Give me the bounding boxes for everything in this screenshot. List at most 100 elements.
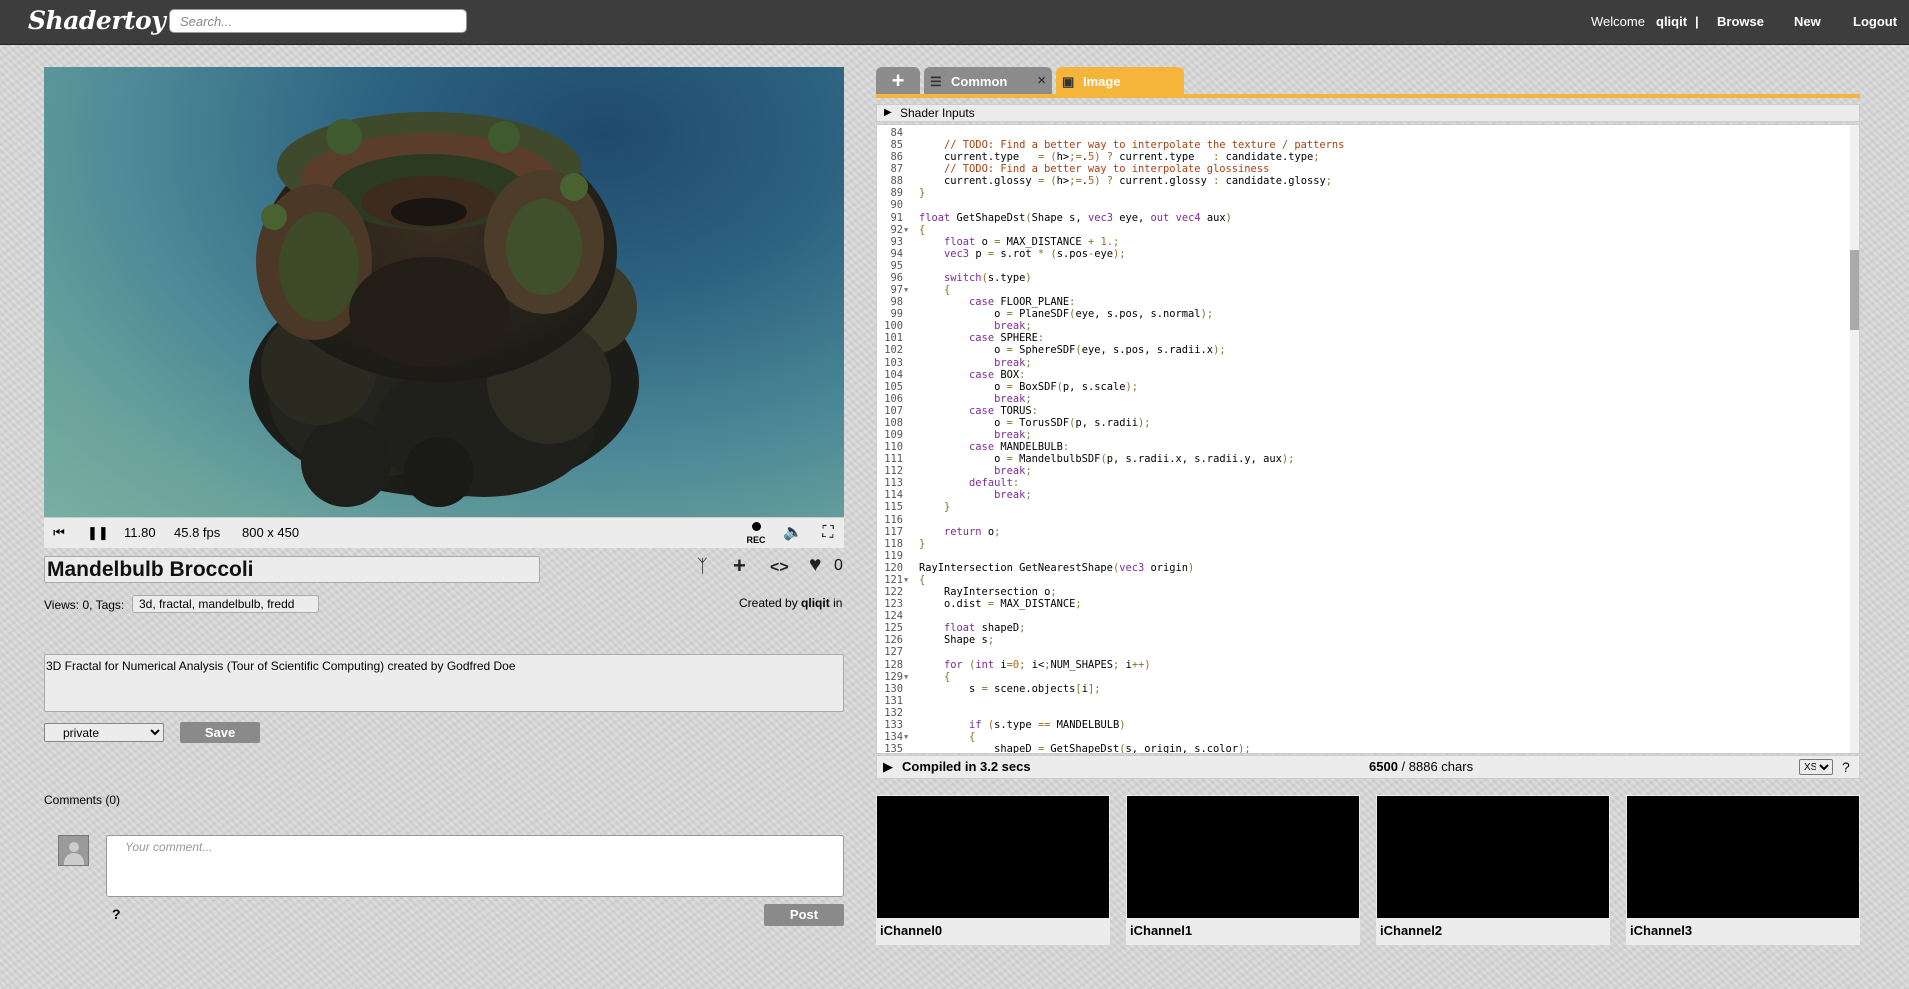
ichannel3-slot[interactable]: iChannel3: [1626, 795, 1860, 945]
line-number: 90: [890, 199, 903, 212]
code-text: }: [944, 501, 951, 514]
ichannel0-slot[interactable]: iChannel0: [876, 795, 1110, 945]
code-text: current.glossy = (h>;=.5) ? current.glos…: [919, 175, 1333, 188]
code-text: o = PlaneSDF(eye, s.pos, s.normal);: [919, 308, 1214, 321]
tab-image-label: Image: [1083, 74, 1121, 89]
created-by-suffix: in: [833, 596, 843, 610]
close-icon[interactable]: ×: [1037, 72, 1046, 89]
author-link[interactable]: qliqit: [801, 596, 830, 610]
line-number: 89: [890, 187, 903, 200]
tab-image[interactable]: ▣ Image: [1056, 67, 1184, 95]
fold-icon[interactable]: ▼: [904, 574, 908, 586]
ichannel3-thumbnail[interactable]: [1627, 796, 1859, 918]
fold-icon[interactable]: ▼: [904, 671, 908, 683]
search-input[interactable]: [169, 9, 467, 33]
chars-used: 6500: [1369, 759, 1398, 774]
line-number: 113: [884, 477, 903, 490]
code-text: {: [919, 223, 926, 236]
username-link[interactable]: qliqit: [1656, 14, 1687, 29]
code-text: o = TorusSDF(p, s.radii);: [919, 416, 1151, 429]
code-editor[interactable]: 84 85 // TODO: Find a better way to inter…: [876, 124, 1860, 754]
shader-canvas[interactable]: [44, 67, 844, 517]
ichannel1-slot[interactable]: iChannel1: [1126, 795, 1360, 945]
char-count: 6500 / 8886 chars: [1369, 756, 1473, 778]
ichannel2-thumbnail[interactable]: [1377, 796, 1609, 918]
add-icon[interactable]: +: [733, 553, 746, 579]
triangle-right-icon: ▶: [884, 107, 892, 118]
line-number: 111: [884, 453, 903, 466]
line-number: 109: [884, 429, 903, 441]
ichannel2-slot[interactable]: iChannel2: [1376, 795, 1610, 945]
pause-icon[interactable]: ❚❚: [87, 518, 109, 548]
resolution-readout: 800 x 450: [242, 525, 300, 540]
welcome-text: Welcome: [1591, 14, 1645, 29]
line-number: 86: [890, 151, 903, 164]
heart-icon[interactable]: ♥: [809, 553, 821, 577]
line-number: 104: [884, 368, 903, 381]
comment-help-icon[interactable]: ?: [112, 906, 121, 922]
tags-input[interactable]: 3d, fractal, mandelbulb, fredd: [132, 595, 319, 613]
line-number: 118: [884, 537, 903, 550]
editor-statusbar: ▶ Compiled in 3.2 secs 6500 / 8886 chars…: [876, 755, 1860, 779]
line-number: 116: [884, 513, 903, 526]
fold-icon[interactable]: ▼: [904, 224, 908, 236]
font-size-select[interactable]: XS: [1799, 759, 1833, 775]
description-field[interactable]: 3D Fractal for Numerical Analysis (Tour …: [44, 654, 844, 712]
code-text: break;: [994, 465, 1032, 478]
line-number: 126: [884, 634, 903, 647]
fork-icon[interactable]: ᛉ: [697, 556, 708, 577]
fullscreen-icon[interactable]: ⛶: [818, 518, 838, 548]
embed-code-icon[interactable]: <>: [770, 559, 789, 577]
code-text: {: [919, 573, 926, 586]
privacy-select[interactable]: private: [44, 723, 164, 742]
record-button[interactable]: REC: [744, 522, 768, 552]
code-text: float shapeD;: [944, 622, 1026, 635]
shader-inputs-toggle[interactable]: ▶ Shader Inputs: [876, 104, 1860, 122]
code-text: break;: [994, 356, 1032, 369]
comment-input[interactable]: [106, 835, 844, 897]
code-text: o.dist = MAX_DISTANCE;: [919, 598, 1082, 611]
editor-scrollbar[interactable]: [1850, 125, 1859, 753]
tab-common-label: Common: [951, 74, 1008, 89]
add-tab-button[interactable]: +: [876, 67, 920, 95]
ichannel0-thumbnail[interactable]: [877, 796, 1109, 918]
code-text: RayIntersection GetNearestShape(vec3 ori…: [919, 561, 1195, 574]
line-number: 102: [884, 344, 903, 357]
code-text: // TODO: Find a better way to interpolat…: [944, 163, 1270, 176]
scrollbar-thumb[interactable]: [1850, 250, 1859, 330]
ichannel3-label: iChannel3: [1630, 923, 1693, 938]
code-text: RayIntersection o;: [919, 586, 1057, 599]
volume-icon[interactable]: 🔈: [782, 518, 804, 548]
ichannel1-label: iChannel1: [1130, 923, 1193, 938]
comments-label: Comments (0): [44, 793, 121, 807]
save-button[interactable]: Save: [180, 722, 260, 743]
shader-title-input[interactable]: [44, 556, 540, 583]
code-text: {: [969, 731, 976, 743]
record-label: REC: [746, 535, 766, 545]
shadertoy-logo[interactable]: Shadertoy: [28, 6, 166, 35]
line-number: 121: [884, 573, 903, 586]
ichannel2-label: iChannel2: [1380, 923, 1443, 938]
fps-readout: 45.8 fps: [174, 525, 221, 540]
code-text: {: [944, 670, 951, 683]
fold-icon[interactable]: ▼: [904, 284, 908, 296]
avatar-head-icon: [69, 842, 79, 852]
rewind-icon[interactable]: ⏮: [50, 518, 68, 548]
created-by-prefix: Created by: [739, 596, 798, 610]
time-readout: 11.80: [124, 525, 156, 540]
ichannel1-thumbnail[interactable]: [1127, 796, 1359, 918]
line-number: 115: [884, 501, 903, 514]
line-number: 130: [884, 682, 903, 695]
new-link[interactable]: New: [1794, 14, 1821, 29]
editor-help-icon[interactable]: ?: [1842, 756, 1850, 778]
line-number: 87: [890, 163, 903, 176]
post-button[interactable]: Post: [764, 904, 844, 926]
code-text: shapeD = GetShapeDst(s, origin, s.color)…: [919, 743, 1251, 754]
tab-common[interactable]: ☰ Common ×: [924, 67, 1052, 95]
logout-link[interactable]: Logout: [1853, 14, 1897, 29]
browse-link[interactable]: Browse: [1717, 14, 1764, 29]
compile-play-icon[interactable]: ▶: [883, 756, 893, 778]
line-number: 99: [890, 308, 903, 321]
line-number: 119: [884, 549, 903, 562]
fold-icon[interactable]: ▼: [904, 731, 908, 743]
